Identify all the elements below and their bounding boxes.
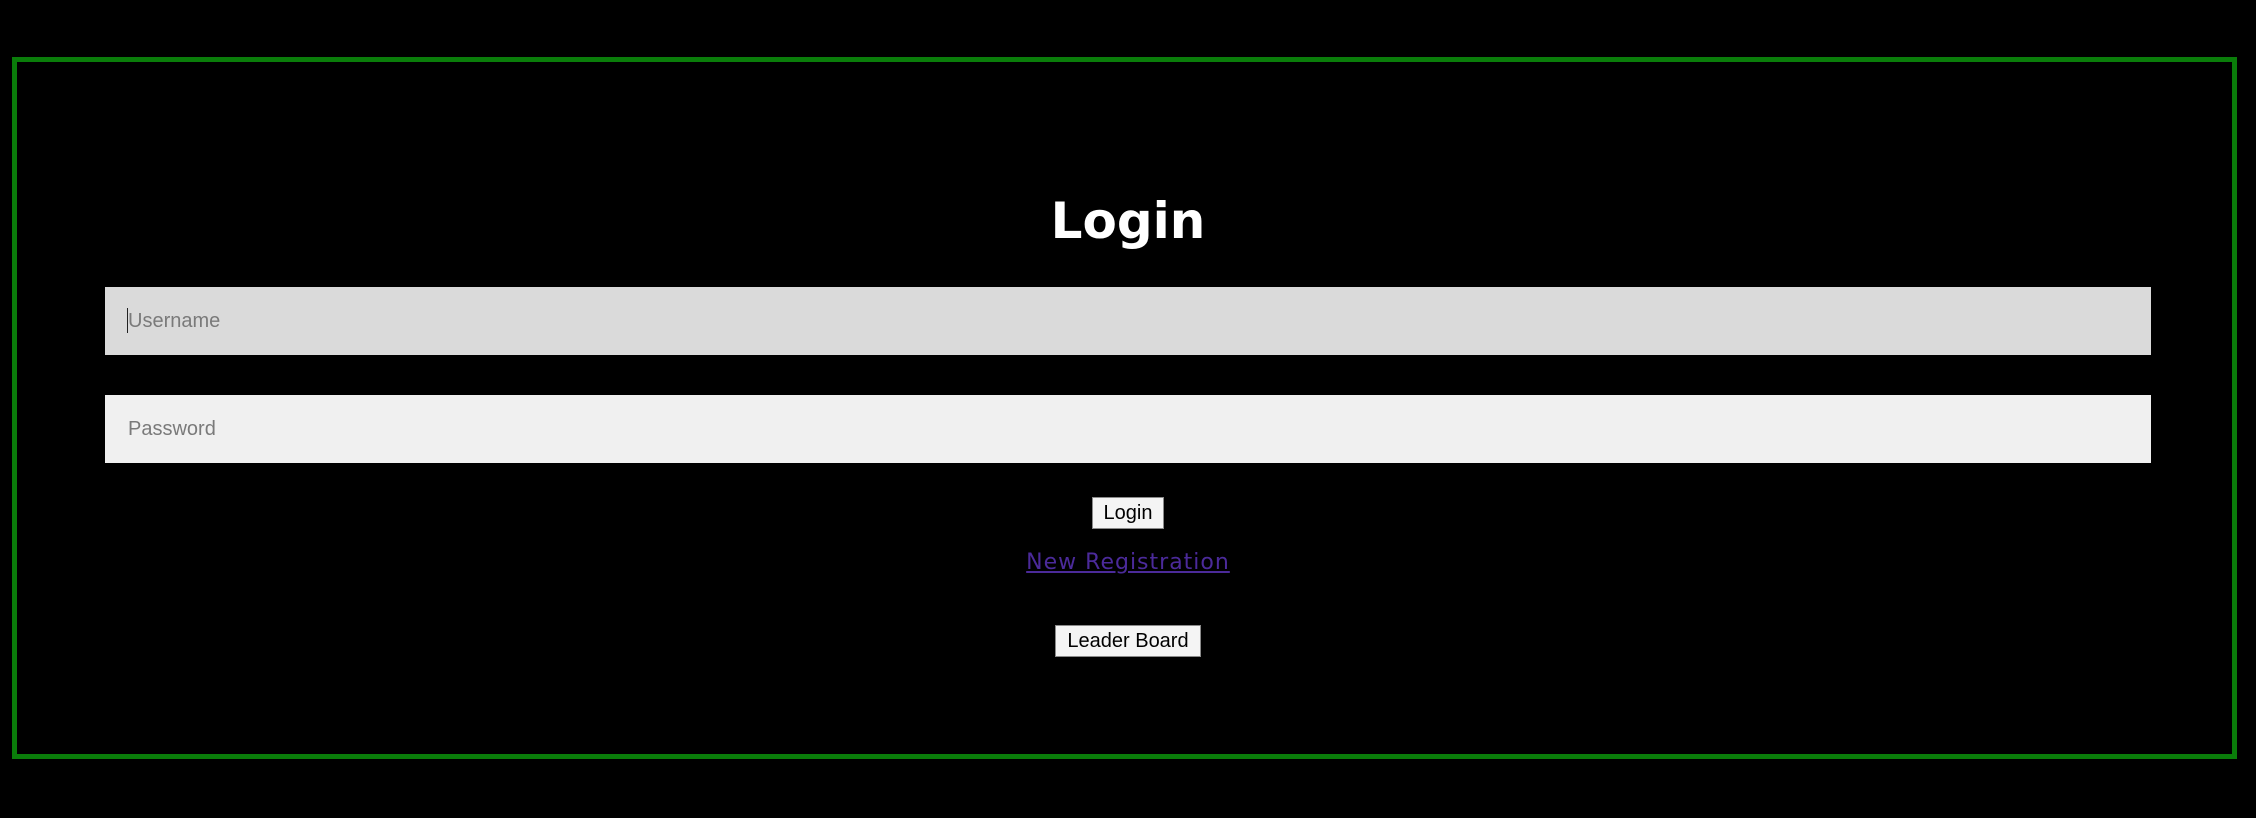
new-registration-link[interactable]: New Registration xyxy=(1026,550,1230,575)
leader-board-button[interactable]: Leader Board xyxy=(1055,625,1201,657)
text-cursor xyxy=(127,308,128,333)
registration-link-container: New Registration xyxy=(0,547,2256,579)
page-title: Login xyxy=(1050,192,1206,250)
username-input[interactable] xyxy=(105,287,2151,355)
login-button[interactable]: Login xyxy=(1092,497,1164,529)
password-input[interactable] xyxy=(105,395,2151,463)
